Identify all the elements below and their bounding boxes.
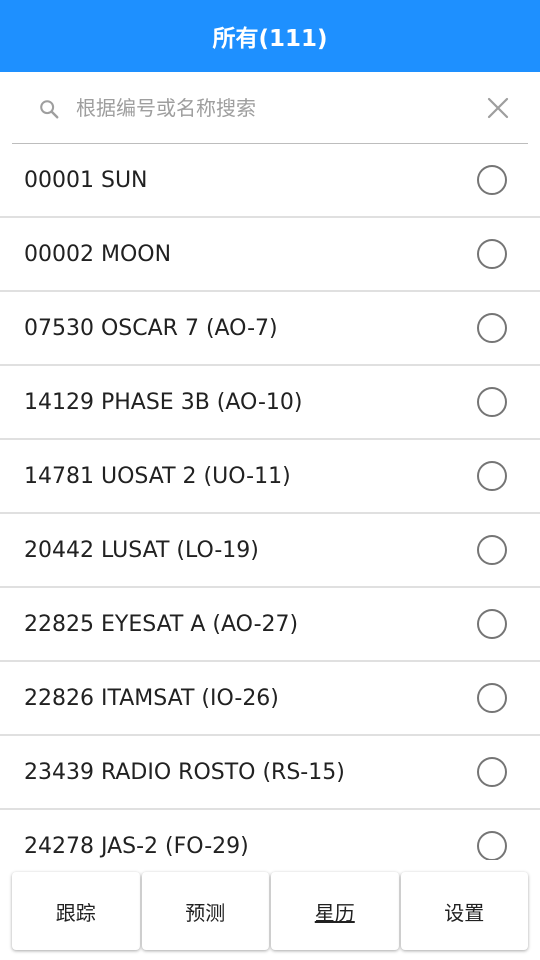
select-radio[interactable] xyxy=(477,757,507,787)
select-radio[interactable] xyxy=(477,165,507,195)
list-item[interactable]: 24278 JAS-2 (FO-29) xyxy=(0,810,540,860)
satellite-label: 00001 SUN xyxy=(24,167,148,193)
satellite-label: 00002 MOON xyxy=(24,241,172,267)
nav-track-button[interactable]: 跟踪 xyxy=(12,872,140,950)
satellite-label: 22826 ITAMSAT (IO-26) xyxy=(24,685,279,711)
nav-settings-button[interactable]: 设置 xyxy=(400,872,528,950)
satellite-label: 07530 OSCAR 7 (AO-7) xyxy=(24,315,278,341)
list-item[interactable]: 23439 RADIO ROSTO (RS-15) xyxy=(0,736,540,810)
satellite-label: 14129 PHASE 3B (AO-10) xyxy=(24,389,303,415)
app-screen: 所有(111) 00001 SUN 00002 MOON 07530 OSCAR… xyxy=(0,0,540,960)
satellite-label: 20442 LUSAT (LO-19) xyxy=(24,537,259,563)
satellite-list: 00001 SUN 00002 MOON 07530 OSCAR 7 (AO-7… xyxy=(0,144,540,860)
select-radio[interactable] xyxy=(477,831,507,860)
list-item[interactable]: 22825 EYESAT A (AO-27) xyxy=(0,588,540,662)
nav-predict-label: 预测 xyxy=(185,900,226,925)
select-radio[interactable] xyxy=(477,387,507,417)
nav-ephemeris-button[interactable]: 星历 xyxy=(271,872,399,950)
select-radio[interactable] xyxy=(477,461,507,491)
search-input[interactable] xyxy=(76,90,456,126)
nav-settings-label: 设置 xyxy=(444,900,485,925)
nav-predict-button[interactable]: 预测 xyxy=(141,872,269,950)
page-title: 所有(111) xyxy=(212,26,328,52)
list-item[interactable]: 07530 OSCAR 7 (AO-7) xyxy=(0,292,540,366)
select-radio[interactable] xyxy=(477,683,507,713)
select-radio[interactable] xyxy=(477,313,507,343)
search-bar xyxy=(12,72,528,144)
list-item[interactable]: 14781 UOSAT 2 (UO-11) xyxy=(0,440,540,514)
satellite-label: 23439 RADIO ROSTO (RS-15) xyxy=(24,759,345,785)
nav-track-label: 跟踪 xyxy=(55,900,96,925)
select-radio[interactable] xyxy=(477,239,507,269)
nav-ephemeris-label: 星历 xyxy=(314,900,355,925)
list-item[interactable]: 22826 ITAMSAT (IO-26) xyxy=(0,662,540,736)
list-item[interactable]: 00002 MOON xyxy=(0,218,540,292)
bottom-nav: 跟踪 预测 星历 设置 xyxy=(12,872,528,950)
select-radio[interactable] xyxy=(477,535,507,565)
header-bar: 所有(111) xyxy=(0,0,540,72)
list-item[interactable]: 14129 PHASE 3B (AO-10) xyxy=(0,366,540,440)
list-item[interactable]: 20442 LUSAT (LO-19) xyxy=(0,514,540,588)
satellite-label: 14781 UOSAT 2 (UO-11) xyxy=(24,463,291,489)
satellite-label: 24278 JAS-2 (FO-29) xyxy=(24,833,249,859)
search-icon xyxy=(40,100,59,119)
close-icon[interactable] xyxy=(486,96,510,120)
select-radio[interactable] xyxy=(477,609,507,639)
list-item[interactable]: 00001 SUN xyxy=(0,144,540,218)
satellite-label: 22825 EYESAT A (AO-27) xyxy=(24,611,299,637)
